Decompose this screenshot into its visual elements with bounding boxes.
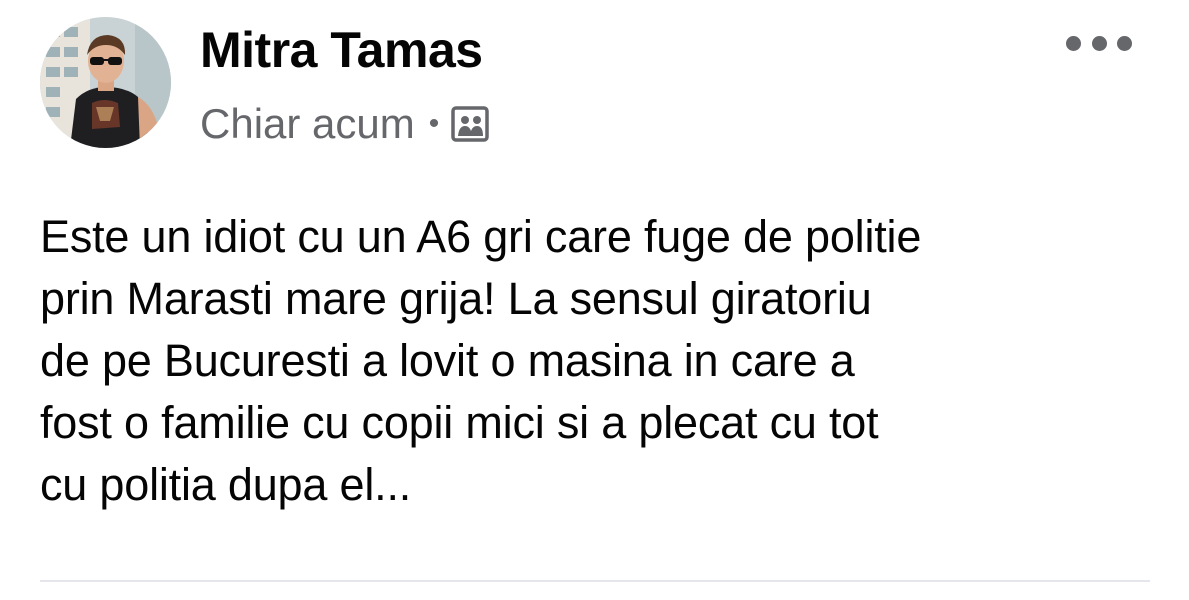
post-body-text: Este un idiot cu un A6 gri care fuge de … — [40, 211, 922, 510]
post-timestamp[interactable]: Chiar acum — [200, 100, 415, 148]
facebook-post: Mitra Tamas Chiar acum • Este un idiot c… — [0, 0, 1189, 600]
more-options-icon — [1066, 35, 1081, 51]
more-options-icon — [1091, 35, 1107, 51]
avatar-photo — [40, 17, 171, 148]
photo-audience-icon[interactable] — [451, 105, 490, 143]
more-options-button[interactable] — [1066, 26, 1132, 60]
post-divider — [40, 580, 1150, 582]
post-meta: Chiar acum • — [200, 96, 490, 152]
author-avatar[interactable] — [40, 17, 171, 148]
author-name[interactable]: Mitra Tamas — [200, 20, 483, 80]
more-options-icon — [1117, 35, 1132, 51]
meta-separator: • — [428, 107, 440, 140]
